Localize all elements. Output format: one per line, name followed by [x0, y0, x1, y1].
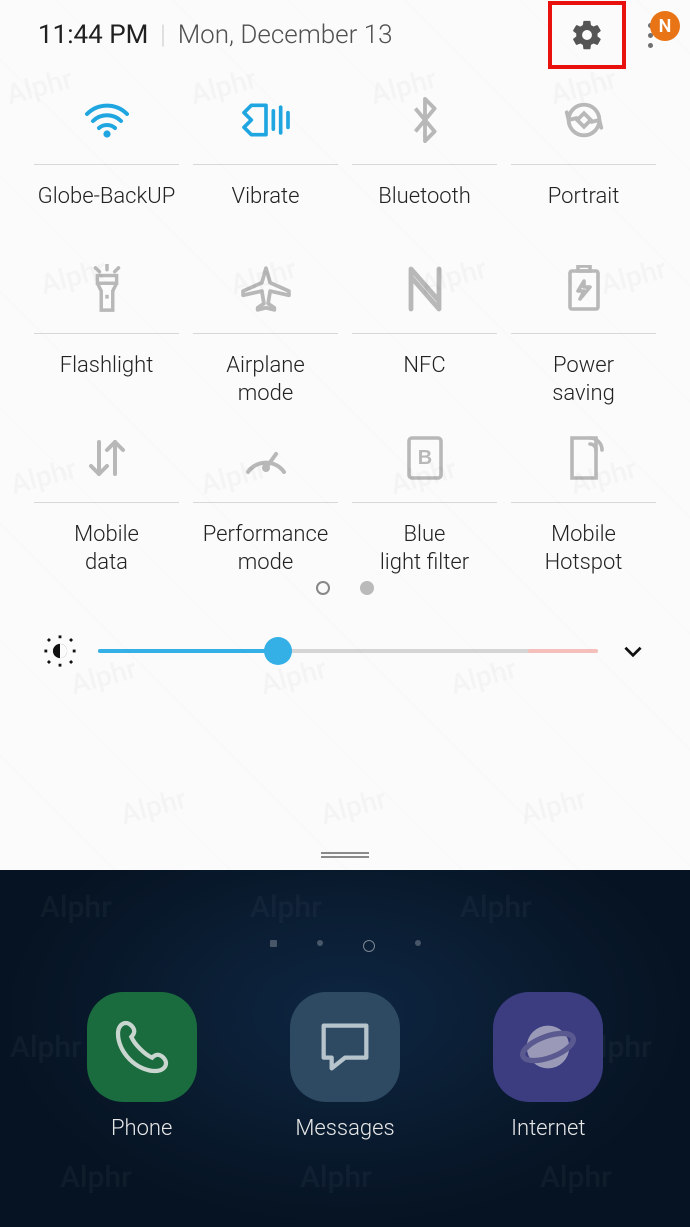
watermark: Alphr: [117, 782, 190, 831]
bluetooth-icon: [352, 84, 497, 156]
tile-divider: [193, 502, 338, 503]
tile-divider: [352, 502, 497, 503]
internet-app-icon: [493, 992, 603, 1102]
tile-label: Powersaving: [552, 352, 615, 412]
tile-label: Portrait: [548, 183, 620, 243]
hotspot-icon: [511, 422, 656, 494]
phone-app-icon: [87, 992, 197, 1102]
tile-divider: [193, 333, 338, 334]
tile-divider: [511, 164, 656, 165]
quick-settings-panel: Alphr Alphr Alphr Alphr Alphr Alphr Alph…: [0, 0, 690, 870]
tile-vibrate[interactable]: Vibrate: [193, 84, 338, 243]
home-dot: [317, 940, 323, 946]
wifi-icon: [34, 84, 179, 156]
badge-letter: N: [659, 16, 672, 37]
settings-button[interactable]: [552, 5, 622, 65]
tile-flashlight[interactable]: Flashlight: [34, 253, 179, 412]
home-dot: [415, 940, 421, 946]
tile-label: Globe-BackUP: [38, 183, 176, 243]
dock-label: Internet: [511, 1116, 585, 1141]
tile-nfc[interactable]: NFC: [352, 253, 497, 412]
dock-item-internet[interactable]: Internet: [493, 992, 603, 1141]
power-saving-icon: [511, 253, 656, 325]
tile-bluetooth[interactable]: Bluetooth: [352, 84, 497, 243]
watermark: Alphr: [40, 890, 112, 925]
panel-header: 11:44 PM | Mon, December 13 N: [0, 0, 690, 70]
notification-badge: N: [650, 11, 680, 41]
tile-divider: [34, 502, 179, 503]
tile-label: Flashlight: [60, 352, 154, 412]
watermark: Alphr: [60, 1160, 132, 1195]
tile-airplane[interactable]: Airplanemode: [193, 253, 338, 412]
performance-icon: [193, 422, 338, 494]
tile-wifi[interactable]: Globe-BackUP: [34, 84, 179, 243]
tile-label: Bluelight filter: [380, 521, 469, 581]
dock-item-messages[interactable]: Messages: [290, 992, 400, 1141]
home-dot: [270, 940, 277, 947]
tile-divider: [34, 333, 179, 334]
airplane-icon: [193, 253, 338, 325]
tile-label: Performancemode: [203, 521, 329, 581]
tile-divider: [511, 333, 656, 334]
tile-mobile-data[interactable]: Mobiledata: [34, 422, 179, 581]
gear-icon: [570, 18, 604, 52]
tile-divider: [352, 333, 497, 334]
tile-divider: [352, 164, 497, 165]
page-indicator[interactable]: [0, 581, 690, 595]
dock-item-phone[interactable]: Phone: [87, 992, 197, 1141]
dock-label: Messages: [295, 1116, 394, 1141]
home-page-indicator[interactable]: [0, 940, 690, 952]
panel-drag-handle[interactable]: [321, 852, 369, 858]
tile-rotation-lock[interactable]: Portrait: [511, 84, 656, 243]
brightness-slider[interactable]: [98, 639, 598, 663]
tile-label: Airplanemode: [226, 352, 305, 412]
brightness-row: [0, 633, 690, 669]
tile-label: Vibrate: [232, 183, 300, 243]
watermark: Alphr: [517, 782, 590, 831]
chevron-down-icon: [620, 638, 646, 664]
tile-divider: [193, 164, 338, 165]
vibrate-icon: [193, 84, 338, 156]
nfc-icon: [352, 253, 497, 325]
home-dot-active: [363, 940, 375, 952]
dock-label: Phone: [111, 1116, 172, 1141]
blue-light-icon: B: [352, 422, 497, 494]
svg-text:B: B: [417, 447, 431, 469]
brightness-icon: [42, 633, 78, 669]
tile-performance[interactable]: Performancemode: [193, 422, 338, 581]
tile-label: Mobiledata: [74, 521, 139, 581]
watermark: Alphr: [250, 890, 322, 925]
messages-app-icon: [290, 992, 400, 1102]
clock-time: 11:44 PM: [38, 20, 148, 50]
tile-power-saving[interactable]: Powersaving: [511, 253, 656, 412]
mobile-data-icon: [34, 422, 179, 494]
flashlight-icon: [34, 253, 179, 325]
tile-hotspot[interactable]: MobileHotspot: [511, 422, 656, 581]
brightness-expand-button[interactable]: [618, 636, 648, 666]
tile-label: Bluetooth: [378, 183, 471, 243]
dock-row: Phone Messages Internet: [0, 952, 690, 1141]
tile-blue-light[interactable]: B Bluelight filter: [352, 422, 497, 581]
watermark: Alphr: [300, 1160, 372, 1195]
rotation-lock-icon: [511, 84, 656, 156]
header-separator: |: [160, 20, 165, 50]
quick-settings-grid: Globe-BackUP Vibrate Bluetooth Portrait …: [0, 70, 690, 581]
page-dot-active: [316, 581, 330, 595]
home-screen-dock: Alphr Alphr Alphr Alphr Alphr Alphr Alph…: [0, 870, 690, 1227]
watermark: Alphr: [540, 1160, 612, 1195]
more-options-button[interactable]: N: [628, 5, 672, 65]
watermark: Alphr: [460, 890, 532, 925]
page-dot: [360, 581, 374, 595]
tile-divider: [34, 164, 179, 165]
clock-date: Mon, December 13: [178, 20, 393, 50]
tile-label: NFC: [403, 352, 445, 412]
watermark: Alphr: [317, 782, 390, 831]
tile-label: MobileHotspot: [545, 521, 623, 581]
tile-divider: [511, 502, 656, 503]
